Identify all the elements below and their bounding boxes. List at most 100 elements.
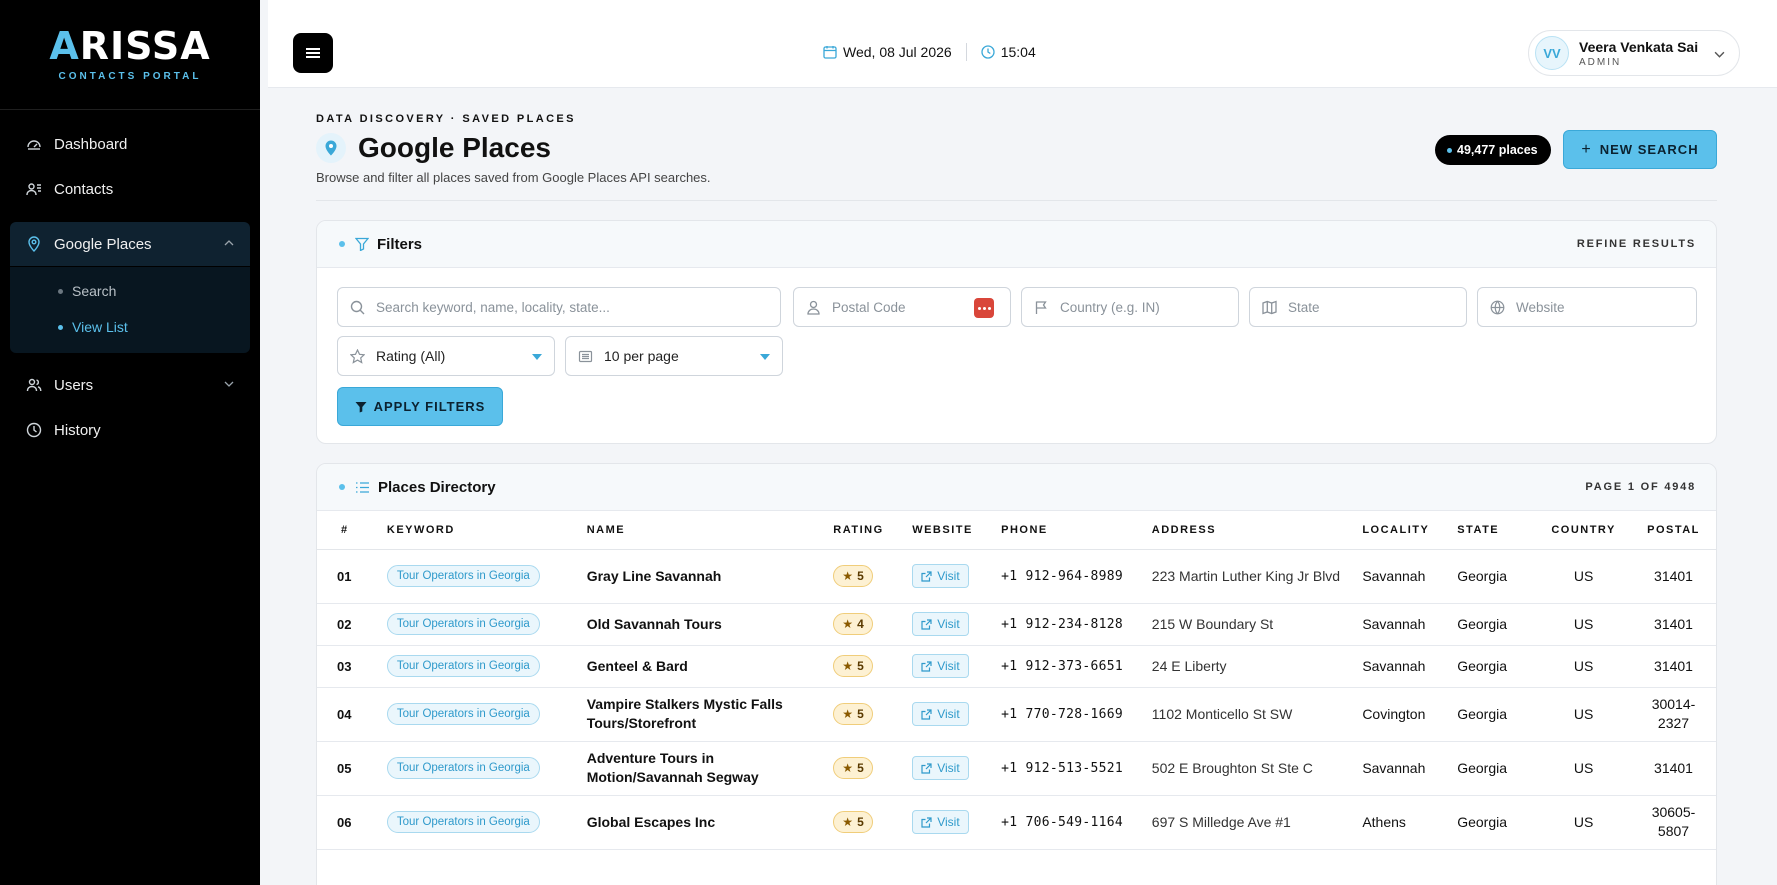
- sidebar-item-label: Google Places: [54, 235, 152, 253]
- table-body: 01 Tour Operators in Georgia Gray Line Sav…: [317, 549, 1716, 850]
- apply-filters-label: APPLY FILTERS: [373, 399, 486, 414]
- new-search-button[interactable]: + NEW SEARCH: [1563, 130, 1717, 169]
- star-icon: ★: [842, 815, 854, 829]
- table-row[interactable]: 03 Tour Operators in Georgia Genteel & Bar…: [317, 645, 1716, 688]
- visit-website-link[interactable]: Visit: [912, 702, 969, 726]
- external-link-icon: [921, 762, 932, 774]
- sidebar-item-contacts[interactable]: Contacts: [10, 167, 250, 211]
- website-placeholder: Website: [1516, 299, 1565, 315]
- country: US: [1536, 549, 1632, 604]
- rating-badge: ★ 4: [833, 613, 873, 635]
- sidebar-item-users[interactable]: Users: [10, 363, 250, 407]
- col-header-rating[interactable]: RATING: [833, 511, 913, 550]
- locality: Savannah: [1362, 603, 1458, 646]
- col-header-address[interactable]: ADDRESS: [1151, 511, 1363, 550]
- visit-website-link[interactable]: Visit: [912, 756, 969, 780]
- state-placeholder: State: [1288, 299, 1320, 315]
- star-icon: ★: [842, 707, 854, 721]
- rating-select[interactable]: Rating (All): [337, 336, 555, 376]
- filter-icon: [355, 401, 367, 412]
- visit-website-link[interactable]: Visit: [912, 810, 969, 834]
- keyword-tag: Tour Operators in Georgia: [386, 757, 540, 779]
- row-index: 05: [317, 741, 387, 796]
- table-row[interactable]: 05 Tour Operators in Georgia Adventure Tou…: [317, 741, 1716, 796]
- keyword-search-input[interactable]: Search keyword, name, locality, state...: [337, 287, 781, 327]
- table-row[interactable]: 04 Tour Operators in Georgia Vampire Stalk…: [317, 687, 1716, 742]
- country-input[interactable]: Country (e.g. IN): [1021, 287, 1239, 327]
- hamburger-icon: [306, 52, 320, 54]
- filter-icon: [355, 237, 369, 251]
- star-icon: ★: [842, 617, 854, 631]
- locality: Savannah: [1362, 645, 1458, 688]
- table-row[interactable]: 01 Tour Operators in Georgia Gray Line Sav…: [317, 549, 1716, 604]
- sidebar-item-dashboard[interactable]: Dashboard: [10, 122, 250, 166]
- phone-number: +1 912-964-8989: [1001, 549, 1152, 604]
- table-header-row: # KEYWORD NAME RATING WEBSITE PHONE ADDR…: [317, 511, 1716, 550]
- col-header-postal[interactable]: POSTAL: [1631, 511, 1716, 550]
- col-header-index[interactable]: #: [317, 511, 387, 550]
- visit-website-link[interactable]: Visit: [912, 654, 969, 678]
- col-header-website[interactable]: WEBSITE: [912, 511, 1002, 550]
- caret-down-icon: [760, 354, 770, 360]
- rating-badge: ★ 5: [833, 757, 873, 779]
- flag-icon: [1035, 301, 1047, 314]
- locality: Covington: [1362, 687, 1458, 742]
- place-name: Global Escapes Inc: [586, 795, 834, 850]
- page-title-row: Google Places: [316, 132, 551, 164]
- status-dot: [339, 241, 345, 247]
- new-search-label: NEW SEARCH: [1599, 142, 1699, 157]
- user-menu[interactable]: VV Veera Venkata Sai ADMIN: [1528, 30, 1740, 76]
- country: US: [1536, 741, 1632, 796]
- locality: Savannah: [1362, 741, 1458, 796]
- col-header-state[interactable]: STATE: [1457, 511, 1537, 550]
- sidebar-subitem-search[interactable]: Search: [10, 273, 250, 309]
- sidebar-subitem-view-list[interactable]: View List: [10, 309, 250, 345]
- col-header-country[interactable]: COUNTRY: [1536, 511, 1632, 550]
- user-name: Veera Venkata Sai: [1579, 38, 1699, 55]
- country: US: [1536, 603, 1632, 646]
- sidebar-item-history[interactable]: History: [10, 408, 250, 452]
- phone-number: +1 770-728-1669: [1001, 687, 1152, 742]
- row-index: 03: [317, 645, 387, 688]
- brand-logo[interactable]: ARISSA: [49, 27, 210, 65]
- clock-icon: [26, 422, 42, 438]
- state: Georgia: [1457, 795, 1537, 850]
- state: Georgia: [1457, 687, 1537, 742]
- places-count-badge: 49,477 places: [1435, 135, 1551, 165]
- menu-toggle-button[interactable]: [293, 33, 333, 73]
- password-manager-icon[interactable]: [974, 298, 994, 318]
- visit-website-link[interactable]: Visit: [912, 612, 969, 636]
- sidebar-item-google-places[interactable]: Google Places: [10, 222, 250, 266]
- per-page-select[interactable]: 10 per page: [565, 336, 783, 376]
- col-header-locality[interactable]: LOCALITY: [1362, 511, 1458, 550]
- chevron-up-icon[interactable]: [224, 238, 234, 248]
- caret-down-icon: [532, 354, 542, 360]
- filters-header: Filters REFINE RESULTS: [317, 221, 1716, 268]
- rating-value: 5: [857, 659, 864, 673]
- col-header-phone[interactable]: PHONE: [1001, 511, 1152, 550]
- table-row[interactable]: 06 Tour Operators in Georgia Global Escape…: [317, 795, 1716, 850]
- rating-value: 4: [857, 617, 864, 631]
- sidebar-item-label: History: [54, 421, 101, 439]
- rating-selected-value: Rating (All): [376, 348, 446, 364]
- list-icon: [578, 350, 593, 363]
- users-icon: [26, 378, 42, 392]
- col-header-keyword[interactable]: KEYWORD: [386, 511, 587, 550]
- apply-filters-button[interactable]: APPLY FILTERS: [337, 387, 503, 426]
- postal-code-input[interactable]: Postal Code: [793, 287, 1011, 327]
- visit-website-link[interactable]: Visit: [912, 564, 969, 588]
- col-header-name[interactable]: NAME: [586, 511, 834, 550]
- website-input[interactable]: Website: [1477, 287, 1697, 327]
- postal-code: 30605-5807: [1631, 795, 1716, 850]
- state-input[interactable]: State: [1249, 287, 1467, 327]
- chevron-down-icon[interactable]: [224, 379, 234, 389]
- keyword-tag: Tour Operators in Georgia: [386, 811, 540, 833]
- visit-label: Visit: [937, 707, 960, 721]
- locality: Savannah: [1362, 549, 1458, 604]
- visit-label: Visit: [937, 569, 960, 583]
- postal-code: 31401: [1631, 645, 1716, 688]
- contacts-icon: [26, 183, 41, 196]
- place-name: Genteel & Bard: [586, 645, 834, 688]
- table-row[interactable]: 02 Tour Operators in Georgia Old Savannah …: [317, 603, 1716, 646]
- state: Georgia: [1457, 645, 1537, 688]
